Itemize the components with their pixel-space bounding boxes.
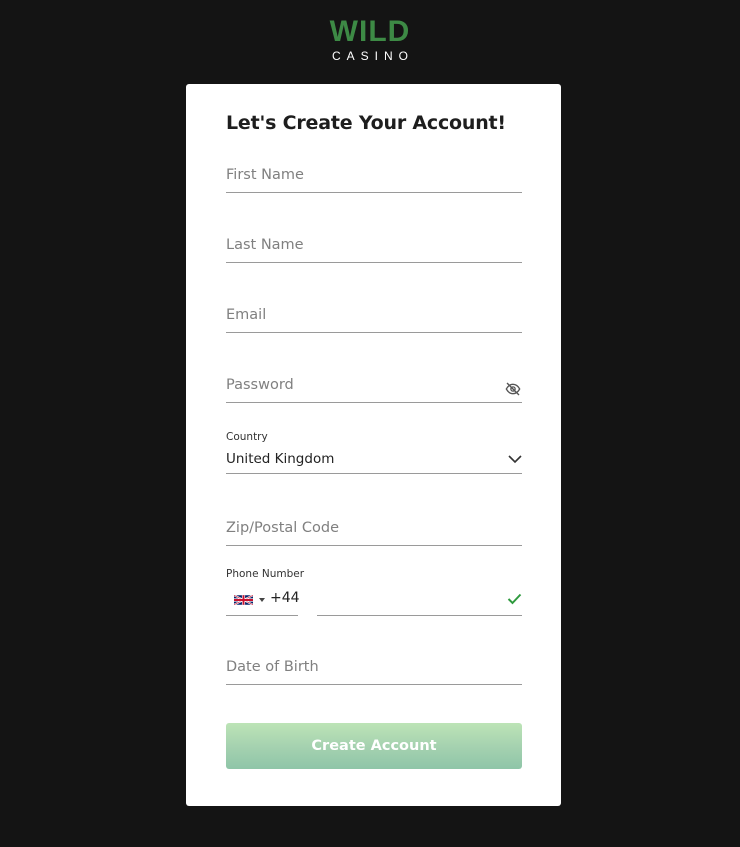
checkmark-icon bbox=[507, 593, 522, 605]
logo-wild-text: WILD bbox=[329, 15, 411, 48]
caret-down-icon bbox=[259, 598, 265, 602]
phone-number-label: Phone Number bbox=[226, 568, 305, 580]
phone-country-code-select[interactable]: +44 bbox=[226, 586, 300, 616]
wild-casino-logo: WILD CASINO bbox=[0, 15, 740, 64]
password-field[interactable]: Password bbox=[226, 364, 522, 403]
password-placeholder: Password bbox=[226, 377, 294, 393]
uk-flag-icon bbox=[234, 594, 253, 606]
email-placeholder: Email bbox=[226, 307, 267, 323]
first-name-field[interactable]: First Name bbox=[226, 154, 522, 193]
eye-slash-icon[interactable] bbox=[505, 381, 521, 397]
email-field[interactable]: Email bbox=[226, 294, 522, 333]
last-name-placeholder: Last Name bbox=[226, 237, 304, 253]
phone-number-input[interactable] bbox=[317, 586, 522, 616]
signup-card: Let's Create Your Account! First Name La… bbox=[186, 84, 561, 806]
country-value: United Kingdom bbox=[226, 451, 335, 467]
logo-casino-text: CASINO bbox=[331, 49, 414, 63]
date-of-birth-placeholder: Date of Birth bbox=[226, 659, 319, 675]
country-select[interactable]: Country United Kingdom bbox=[226, 428, 522, 474]
page-title: Let's Create Your Account! bbox=[226, 112, 506, 134]
create-account-button[interactable]: Create Account bbox=[226, 723, 522, 769]
date-of-birth-field[interactable]: Date of Birth bbox=[226, 646, 522, 685]
chevron-down-icon[interactable] bbox=[508, 454, 522, 464]
last-name-field[interactable]: Last Name bbox=[226, 224, 522, 263]
first-name-placeholder: First Name bbox=[226, 167, 304, 183]
zip-code-placeholder: Zip/Postal Code bbox=[226, 520, 340, 536]
zip-code-field[interactable]: Zip/Postal Code bbox=[226, 507, 522, 546]
country-label: Country bbox=[226, 431, 268, 443]
dial-code: +44 bbox=[270, 590, 300, 606]
